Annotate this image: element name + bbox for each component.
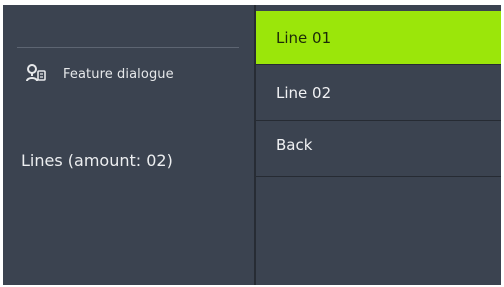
menu-empty-area	[256, 177, 501, 285]
menu-item-line-01[interactable]: Line 01	[256, 11, 501, 65]
feature-dialogue-icon	[25, 63, 47, 85]
menu-item-back[interactable]: Back	[256, 121, 501, 177]
feature-dialogue-header: Feature dialogue	[25, 62, 174, 86]
left-panel-divider	[17, 47, 239, 48]
feature-dialogue-label: Feature dialogue	[63, 66, 174, 82]
menu-item-label: Line 02	[276, 83, 332, 102]
device-screen: Feature dialogue Lines (amount: 02) Line…	[3, 5, 501, 285]
line-menu: Line 01 Line 02 Back	[256, 5, 501, 285]
menu-item-label: Line 01	[276, 28, 332, 47]
lines-amount-label: Lines (amount: 02)	[21, 151, 173, 170]
left-panel: Feature dialogue Lines (amount: 02)	[3, 5, 254, 285]
menu-item-line-02[interactable]: Line 02	[256, 65, 501, 121]
menu-item-label: Back	[276, 136, 313, 154]
